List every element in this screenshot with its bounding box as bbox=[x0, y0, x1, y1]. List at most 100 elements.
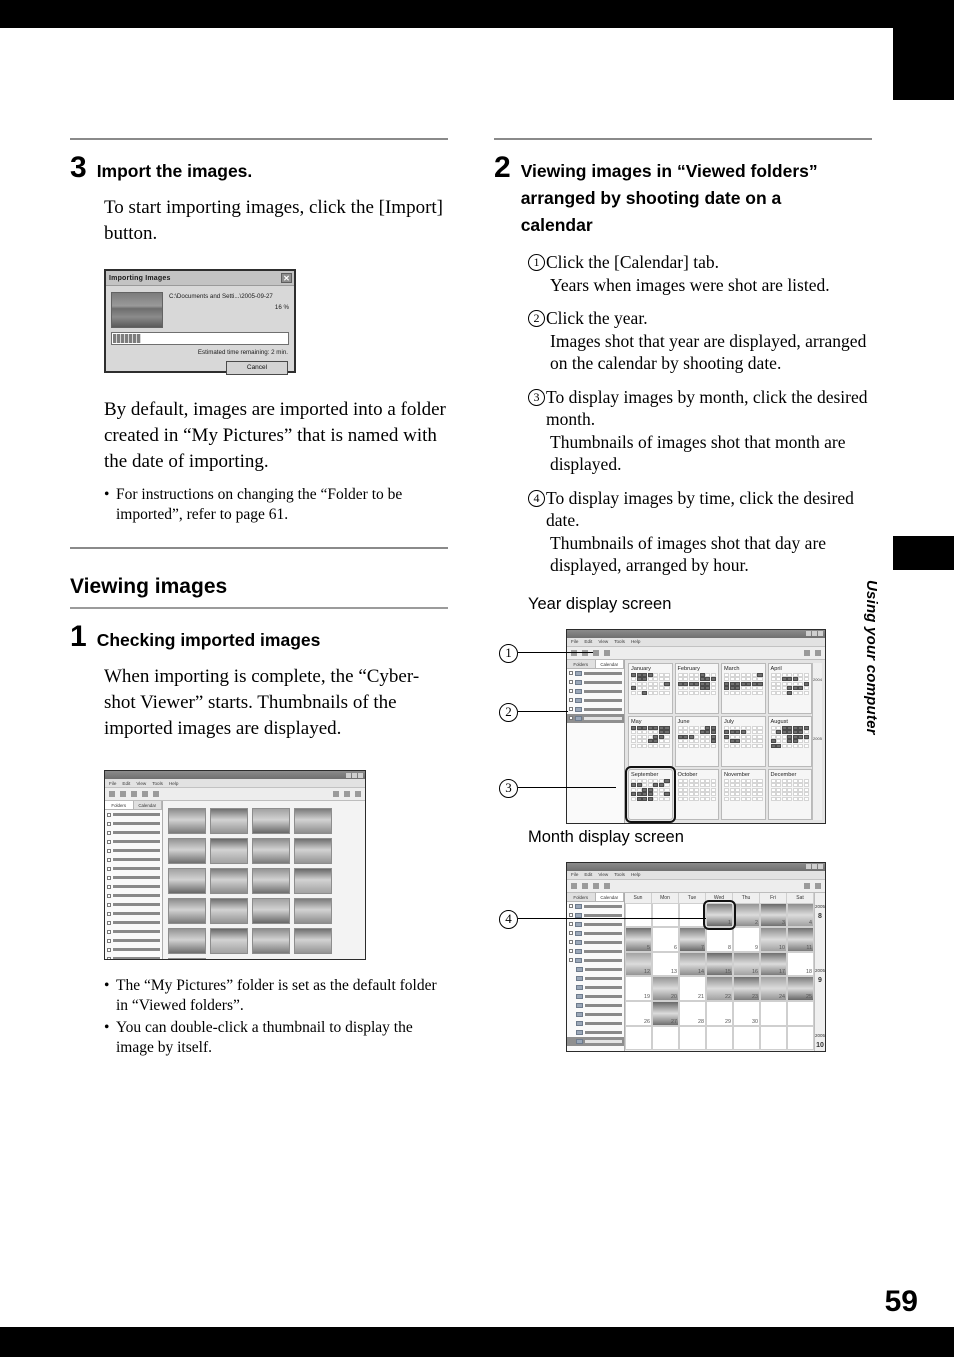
menu-item-view[interactable]: View bbox=[598, 872, 608, 877]
calendar-day[interactable]: 19 bbox=[625, 976, 652, 1002]
copy-icon[interactable] bbox=[604, 882, 610, 889]
expand-icon[interactable] bbox=[569, 940, 573, 944]
thumbnail[interactable] bbox=[252, 928, 290, 954]
calendar-day[interactable]: 1 bbox=[703, 899, 736, 931]
zoom-slider[interactable] bbox=[815, 882, 821, 889]
folder-list-item[interactable] bbox=[105, 855, 162, 864]
calendar-day[interactable]: 17 bbox=[760, 951, 787, 977]
thumbnail[interactable] bbox=[168, 838, 206, 864]
menu-item-tools[interactable]: Tools bbox=[152, 781, 163, 786]
menu-item-help[interactable]: Help bbox=[631, 639, 640, 644]
checkbox-icon[interactable] bbox=[107, 866, 111, 871]
menu-item-edit[interactable]: Edit bbox=[584, 872, 592, 877]
month-card-july[interactable]: July bbox=[721, 715, 766, 767]
year-toolbar[interactable] bbox=[567, 646, 825, 660]
year-month-grid[interactable]: January February March April May June July Augu… bbox=[625, 662, 812, 823]
calendar-day[interactable] bbox=[625, 902, 652, 928]
checkbox-icon[interactable] bbox=[107, 821, 111, 826]
expand-icon[interactable] bbox=[569, 904, 573, 908]
tab-calendar[interactable]: Calendar bbox=[133, 801, 162, 809]
month-tree-year-item[interactable] bbox=[567, 947, 624, 956]
calendar-day[interactable]: 27 bbox=[652, 1001, 679, 1026]
calendar-day[interactable]: 4 bbox=[787, 902, 814, 928]
calendar-day[interactable] bbox=[760, 1001, 787, 1026]
calendar-day[interactable]: 13 bbox=[652, 951, 679, 977]
thumbnail[interactable] bbox=[210, 928, 248, 954]
month-card-january[interactable]: January bbox=[628, 662, 673, 714]
checkbox-icon[interactable] bbox=[107, 902, 111, 907]
folder-list-item[interactable] bbox=[105, 828, 162, 837]
checkbox-icon[interactable] bbox=[107, 875, 111, 880]
thumbnail[interactable] bbox=[168, 808, 206, 834]
menu-item-edit[interactable]: Edit bbox=[584, 639, 592, 644]
folder-list-item[interactable] bbox=[105, 864, 162, 873]
calendar-day[interactable]: 12 bbox=[625, 951, 652, 977]
checkbox-icon[interactable] bbox=[107, 884, 111, 889]
thumbnail[interactable] bbox=[168, 928, 206, 954]
month-card-february[interactable]: February bbox=[674, 662, 719, 714]
month-tree-month-item[interactable] bbox=[567, 974, 624, 983]
view-grid-icon[interactable] bbox=[333, 791, 339, 797]
thumbnail[interactable] bbox=[294, 928, 332, 954]
year-tree-item[interactable] bbox=[567, 705, 624, 714]
cut-icon[interactable] bbox=[142, 791, 148, 797]
thumbnail[interactable] bbox=[210, 838, 248, 864]
tab-folders[interactable]: Folders bbox=[567, 892, 596, 901]
month-card-june[interactable]: June bbox=[674, 715, 719, 767]
calendar-day[interactable] bbox=[787, 1025, 814, 1051]
viewer-thumbnail-grid[interactable] bbox=[163, 801, 365, 959]
menu-item-tools[interactable]: Tools bbox=[614, 872, 625, 877]
expand-icon[interactable] bbox=[569, 922, 573, 926]
expand-icon[interactable] bbox=[569, 931, 573, 935]
month-card-april[interactable]: April bbox=[767, 662, 812, 714]
copy-icon[interactable] bbox=[604, 649, 610, 656]
month-tree-month-item[interactable] bbox=[567, 1010, 624, 1019]
calendar-day[interactable]: 23 bbox=[733, 976, 760, 1002]
month-tree-list[interactable] bbox=[567, 902, 624, 1046]
calendar-day[interactable] bbox=[652, 1025, 679, 1051]
calendar-day[interactable]: 9 bbox=[733, 927, 760, 952]
calendar-day[interactable]: 10 bbox=[760, 927, 787, 952]
expand-icon[interactable] bbox=[569, 680, 573, 684]
calendar-day[interactable]: 20 bbox=[652, 976, 679, 1002]
folder-list-item[interactable] bbox=[105, 882, 162, 891]
view-grid-icon[interactable] bbox=[804, 649, 810, 656]
month-scrollbar[interactable]: 2005 8 2005 9 2005 10 bbox=[814, 892, 825, 1051]
folder-list-item[interactable] bbox=[105, 846, 162, 855]
checkbox-icon[interactable] bbox=[107, 947, 111, 952]
year-tree-item[interactable] bbox=[567, 696, 624, 705]
month-tree-month-item[interactable] bbox=[567, 1001, 624, 1010]
expand-icon[interactable] bbox=[569, 913, 573, 917]
checkbox-icon[interactable] bbox=[107, 812, 111, 817]
month-card-december[interactable]: December bbox=[767, 768, 812, 820]
menu-item-file[interactable]: File bbox=[109, 781, 116, 786]
month-tree-month-item[interactable] bbox=[567, 992, 624, 1001]
checkbox-icon[interactable] bbox=[107, 911, 111, 916]
menu-item-tools[interactable]: Tools bbox=[614, 639, 625, 644]
month-tree-month-item[interactable] bbox=[567, 983, 624, 992]
folder-list-item[interactable] bbox=[105, 918, 162, 927]
calendar-day[interactable]: 29 bbox=[706, 1001, 733, 1026]
calendar-day[interactable]: 26 bbox=[625, 1001, 652, 1026]
folder-list-item[interactable] bbox=[105, 954, 162, 959]
expand-icon[interactable] bbox=[569, 689, 573, 693]
folder-list-item[interactable] bbox=[105, 873, 162, 882]
calendar-day[interactable]: 15 bbox=[706, 951, 733, 977]
thumbnail[interactable] bbox=[168, 958, 206, 959]
month-card-november[interactable]: November bbox=[721, 768, 766, 820]
expand-icon[interactable] bbox=[569, 671, 573, 675]
expand-icon[interactable] bbox=[569, 707, 573, 711]
year-scrollbar[interactable]: 2004 2005 bbox=[812, 662, 822, 820]
thumbnail[interactable] bbox=[252, 838, 290, 864]
view-grid-icon[interactable] bbox=[804, 882, 810, 889]
calendar-day[interactable] bbox=[679, 1025, 706, 1051]
menu-item-file[interactable]: File bbox=[571, 639, 578, 644]
calendar-day[interactable]: 21 bbox=[679, 976, 706, 1002]
calendar-day[interactable]: 8 bbox=[706, 927, 733, 952]
thumbnail[interactable] bbox=[168, 898, 206, 924]
checkbox-icon[interactable] bbox=[107, 893, 111, 898]
thumbnail[interactable] bbox=[294, 868, 332, 894]
calendar-day[interactable]: 24 bbox=[760, 976, 787, 1002]
forward-icon[interactable] bbox=[120, 791, 126, 797]
calendar-day[interactable] bbox=[679, 902, 706, 928]
